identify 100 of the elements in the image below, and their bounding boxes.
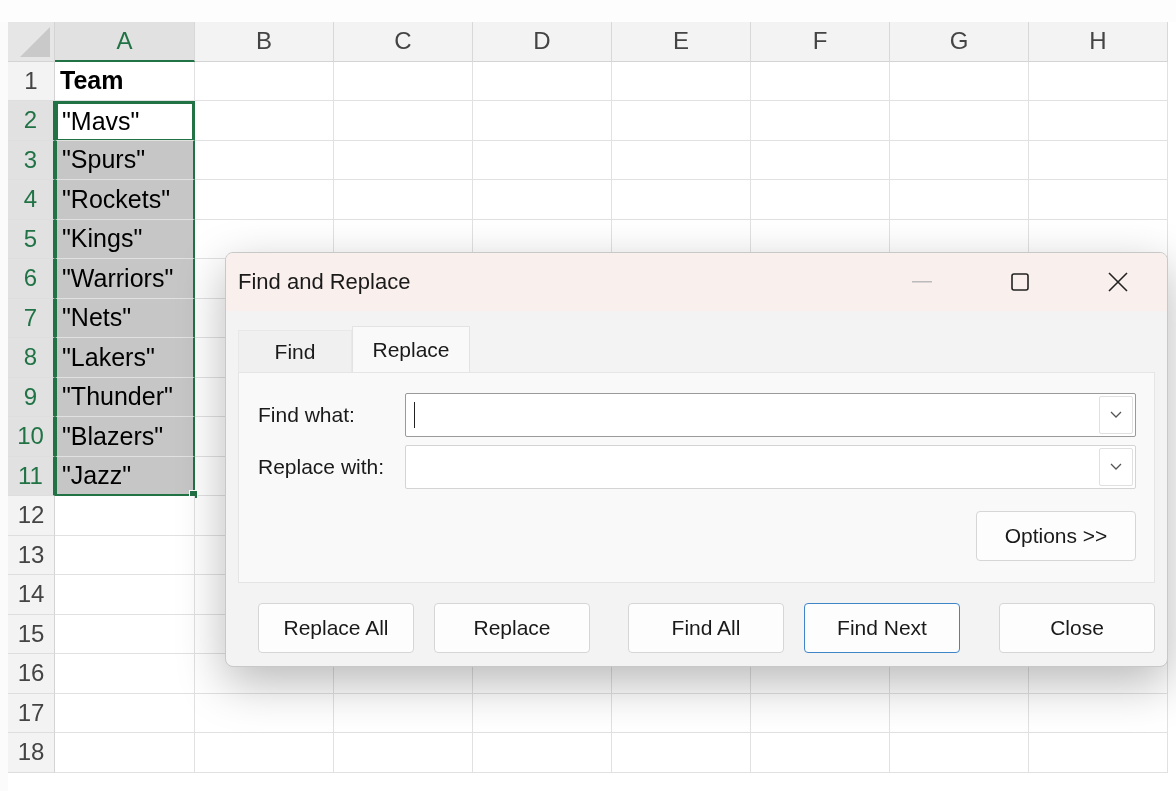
minimize-icon[interactable]: [912, 281, 932, 283]
table-cell[interactable]: [751, 101, 890, 141]
table-cell[interactable]: [55, 654, 195, 694]
combo-field[interactable]: [405, 393, 1136, 437]
table-cell[interactable]: [1029, 180, 1168, 220]
close-icon[interactable]: [1108, 272, 1128, 292]
table-cell[interactable]: [890, 693, 1029, 733]
table-cell[interactable]: [195, 101, 334, 141]
table-cell[interactable]: [751, 140, 890, 180]
row-header[interactable]: 14: [8, 575, 55, 615]
row-header[interactable]: 2: [8, 101, 55, 141]
dropdown-button[interactable]: [1099, 396, 1133, 434]
dialog-button[interactable]: Close: [999, 603, 1155, 653]
table-cell[interactable]: [55, 614, 195, 654]
table-cell[interactable]: [55, 535, 195, 575]
column-header[interactable]: G: [890, 22, 1029, 62]
table-cell[interactable]: "Mavs": [55, 101, 195, 141]
column-header[interactable]: F: [751, 22, 890, 62]
maximize-icon[interactable]: [1011, 273, 1029, 291]
table-cell[interactable]: [751, 733, 890, 773]
table-cell[interactable]: [195, 733, 334, 773]
tab[interactable]: Replace: [352, 326, 470, 372]
table-cell[interactable]: [612, 61, 751, 101]
dropdown-button[interactable]: [1099, 448, 1133, 486]
row-header[interactable]: 4: [8, 180, 55, 220]
column-header[interactable]: B: [195, 22, 334, 62]
column-header[interactable]: A: [55, 22, 195, 62]
tab[interactable]: Find: [238, 330, 352, 372]
row-header[interactable]: 10: [8, 417, 55, 457]
table-cell[interactable]: [1029, 61, 1168, 101]
table-cell[interactable]: [890, 101, 1029, 141]
table-cell[interactable]: [612, 101, 751, 141]
row-header[interactable]: 18: [8, 733, 55, 773]
table-cell[interactable]: [612, 140, 751, 180]
table-cell[interactable]: [55, 693, 195, 733]
options-button[interactable]: Options >>: [976, 511, 1136, 561]
table-cell[interactable]: [1029, 733, 1168, 773]
table-cell[interactable]: "Rockets": [55, 180, 195, 220]
table-cell[interactable]: [473, 693, 612, 733]
table-cell[interactable]: Team: [55, 61, 195, 101]
table-cell[interactable]: [612, 693, 751, 733]
row-header[interactable]: 6: [8, 259, 55, 299]
table-cell[interactable]: [473, 61, 612, 101]
table-cell[interactable]: [612, 733, 751, 773]
table-cell[interactable]: [55, 733, 195, 773]
table-cell[interactable]: [1029, 693, 1168, 733]
table-cell[interactable]: [195, 693, 334, 733]
table-cell[interactable]: "Warriors": [55, 259, 195, 299]
table-cell[interactable]: "Blazers": [55, 417, 195, 457]
table-cell[interactable]: [473, 101, 612, 141]
table-cell[interactable]: [334, 180, 473, 220]
table-cell[interactable]: [890, 180, 1029, 220]
table-cell[interactable]: [334, 101, 473, 141]
table-cell[interactable]: [890, 140, 1029, 180]
table-cell[interactable]: [195, 61, 334, 101]
combo-field[interactable]: [405, 445, 1136, 489]
select-all-icon[interactable]: [20, 26, 50, 57]
table-cell[interactable]: [751, 61, 890, 101]
row-header[interactable]: 3: [8, 140, 55, 180]
dialog-button[interactable]: Find All: [628, 603, 784, 653]
column-header[interactable]: C: [334, 22, 473, 62]
table-cell[interactable]: "Nets": [55, 298, 195, 338]
table-cell[interactable]: [1029, 140, 1168, 180]
row-header[interactable]: 1: [8, 61, 55, 101]
table-cell[interactable]: [334, 733, 473, 773]
row-header[interactable]: 11: [8, 456, 55, 496]
table-cell[interactable]: [473, 140, 612, 180]
table-cell[interactable]: [55, 575, 195, 615]
row-header[interactable]: 16: [8, 654, 55, 694]
table-cell[interactable]: "Spurs": [55, 140, 195, 180]
table-cell[interactable]: "Thunder": [55, 377, 195, 417]
table-cell[interactable]: [55, 496, 195, 536]
row-header[interactable]: 7: [8, 298, 55, 338]
table-cell[interactable]: [751, 693, 890, 733]
table-cell[interactable]: [334, 61, 473, 101]
table-cell[interactable]: [473, 733, 612, 773]
row-header[interactable]: 13: [8, 535, 55, 575]
row-header[interactable]: 12: [8, 496, 55, 536]
dialog-button[interactable]: Replace All: [258, 603, 414, 653]
dialog-button[interactable]: Find Next: [804, 603, 960, 653]
dialog-button[interactable]: Replace: [434, 603, 590, 653]
column-header[interactable]: E: [612, 22, 751, 62]
row-header[interactable]: 17: [8, 693, 55, 733]
table-cell[interactable]: [195, 140, 334, 180]
row-header[interactable]: 15: [8, 614, 55, 654]
table-cell[interactable]: [612, 180, 751, 220]
table-cell[interactable]: [334, 140, 473, 180]
row-header[interactable]: 9: [8, 377, 55, 417]
table-cell[interactable]: "Kings": [55, 219, 195, 259]
table-cell[interactable]: [473, 180, 612, 220]
column-header[interactable]: H: [1029, 22, 1168, 62]
row-header[interactable]: 5: [8, 219, 55, 259]
table-cell[interactable]: [334, 693, 473, 733]
table-cell[interactable]: [751, 180, 890, 220]
row-header[interactable]: 8: [8, 338, 55, 378]
table-cell[interactable]: [1029, 101, 1168, 141]
table-cell[interactable]: [890, 733, 1029, 773]
table-cell[interactable]: [890, 61, 1029, 101]
table-cell[interactable]: "Lakers": [55, 338, 195, 378]
table-cell[interactable]: "Jazz": [55, 456, 195, 496]
